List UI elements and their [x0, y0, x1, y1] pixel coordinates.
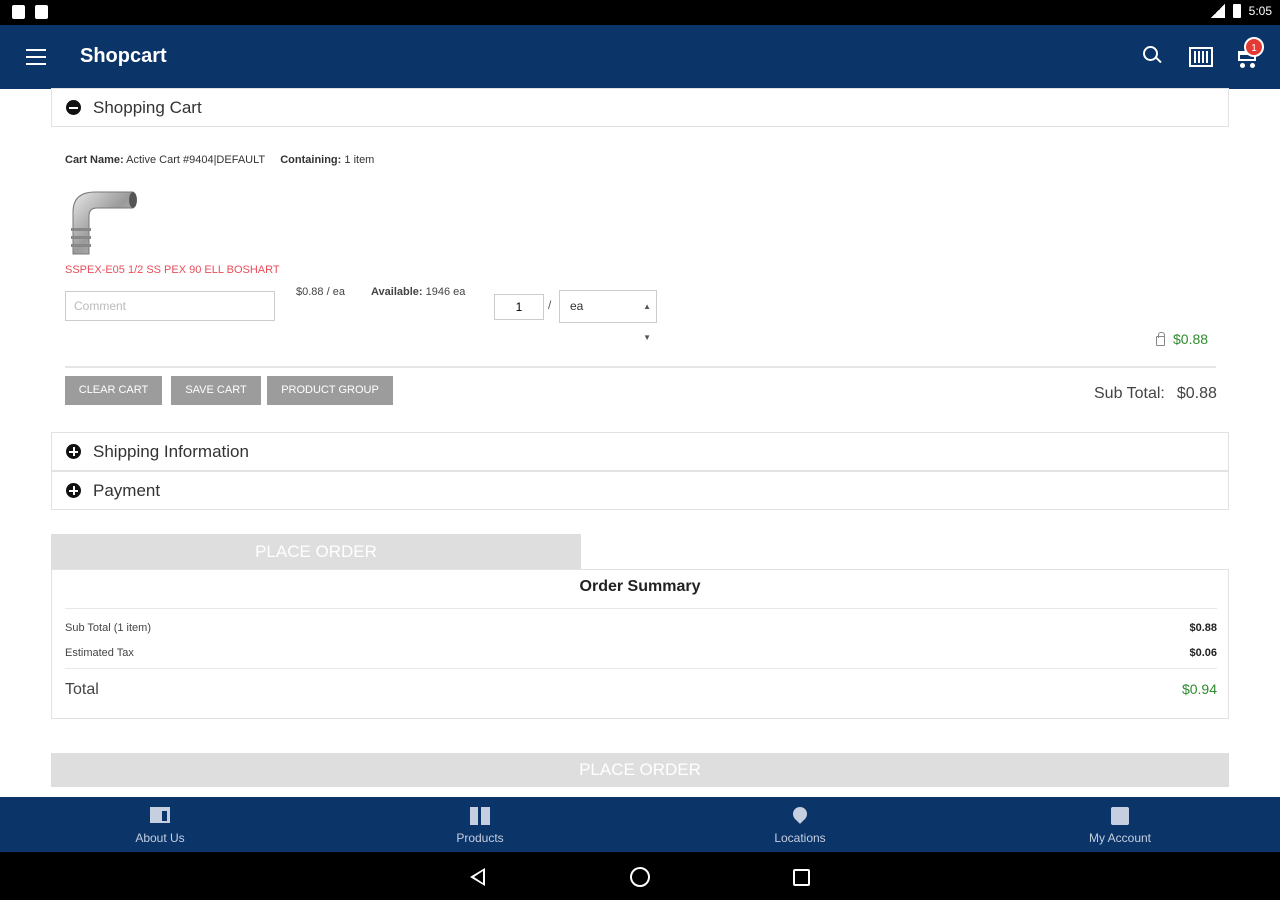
- divider: [65, 668, 1217, 669]
- business-icon: [150, 807, 170, 823]
- divider: [65, 366, 1216, 368]
- product-name-link[interactable]: SSPEX-E05 1/2 SS PEX 90 ELL BOSHART: [65, 264, 280, 276]
- account-box-icon: [1111, 807, 1129, 825]
- home-icon[interactable]: [630, 867, 650, 887]
- available-value: 1946 ea: [425, 286, 466, 298]
- product-image[interactable]: [65, 184, 140, 256]
- battery-icon: [1232, 4, 1241, 18]
- sub-total-value: $0.88: [1176, 385, 1217, 402]
- availability: Available: 1946 ea: [371, 286, 465, 298]
- cart-meta: Cart Name: Active Cart #9404|DEFAULT Con…: [65, 154, 374, 166]
- lock-icon: [1156, 332, 1165, 346]
- system-nav-bar: [0, 852, 1280, 900]
- uom-select[interactable]: ea ▲ ▼: [559, 290, 657, 342]
- shipping-heading: Shipping Information: [93, 441, 249, 461]
- hamburger-menu-icon[interactable]: [26, 49, 46, 65]
- cart-name-label: Cart Name:: [65, 154, 124, 166]
- product-group-button[interactable]: PRODUCT GROUP: [267, 376, 393, 405]
- payment-panel-header[interactable]: Payment: [51, 471, 1229, 510]
- clock: 5:05: [1248, 4, 1272, 18]
- search-icon[interactable]: [1140, 43, 1168, 71]
- back-icon[interactable]: [470, 868, 485, 886]
- order-summary-title: Order Summary: [579, 578, 701, 595]
- summary-row-label: Estimated Tax: [65, 647, 134, 659]
- nav-item-my-account[interactable]: My Account: [960, 797, 1280, 852]
- place-order-button-top[interactable]: PLACE ORDER: [51, 534, 581, 570]
- quantity-input[interactable]: [494, 294, 544, 320]
- summary-row: Estimated Tax $0.06: [65, 647, 1217, 659]
- barcode-scan-icon[interactable]: [1187, 43, 1215, 71]
- divider: [65, 608, 1217, 609]
- summary-total-row: Total $0.94: [65, 681, 1217, 699]
- shipping-information-panel-header[interactable]: Shipping Information: [51, 432, 1229, 471]
- total-value: $0.94: [1181, 681, 1217, 697]
- uom-value: ea: [570, 299, 584, 313]
- nav-item-locations[interactable]: Locations: [640, 797, 960, 852]
- expand-icon: [66, 483, 81, 498]
- comment-field[interactable]: [65, 291, 275, 321]
- android-icon: [35, 5, 48, 19]
- notification-icon: [12, 5, 25, 19]
- nav-label: Products: [456, 831, 504, 845]
- nav-item-about-us[interactable]: About Us: [0, 797, 320, 852]
- dashboard-icon: [470, 807, 490, 825]
- location-pin-icon: [790, 804, 810, 824]
- collapse-icon: [66, 100, 81, 115]
- shopping-cart-heading: Shopping Cart: [93, 97, 202, 117]
- qty-separator: /: [548, 298, 552, 312]
- line-total: $0.88: [1173, 331, 1209, 347]
- select-arrows-icon: ▲ ▼: [643, 302, 651, 342]
- cart-count-badge: 1: [1244, 37, 1264, 57]
- signal-icon: [1210, 4, 1225, 18]
- cart-name-value: Active Cart #9404|DEFAULT: [126, 154, 265, 166]
- status-bar: 5:05: [0, 0, 1280, 25]
- payment-heading: Payment: [93, 480, 161, 500]
- unit-price: $0.88 / ea: [296, 286, 345, 298]
- containing-label: Containing:: [280, 154, 342, 166]
- app-bar: Shopcart: [0, 25, 1280, 89]
- shopping-cart-panel-header[interactable]: Shopping Cart: [51, 88, 1229, 127]
- summary-row: Sub Total (1 item) $0.88: [65, 622, 1217, 634]
- total-label: Total: [65, 681, 99, 698]
- status-right: 5:05: [1210, 4, 1272, 18]
- place-order-button-bottom[interactable]: PLACE ORDER: [51, 753, 1229, 787]
- sub-total: Sub Total: $0.88: [1094, 385, 1217, 403]
- summary-row-value: $0.06: [1189, 647, 1217, 659]
- clear-cart-button[interactable]: CLEAR CART: [65, 376, 162, 405]
- summary-row-value: $0.88: [1189, 622, 1217, 634]
- nav-label: My Account: [1088, 831, 1152, 845]
- sub-total-label: Sub Total:: [1094, 385, 1165, 402]
- available-label: Available:: [371, 286, 423, 298]
- order-summary: Order Summary Sub Total (1 item) $0.88 E…: [51, 569, 1229, 719]
- nav-label: About Us: [135, 831, 185, 845]
- nav-label: Locations: [774, 831, 826, 845]
- bottom-nav: About Us Products Locations My Account: [0, 797, 1280, 852]
- summary-row-label: Sub Total (1 item): [65, 622, 152, 634]
- recent-apps-icon[interactable]: [793, 869, 810, 886]
- save-cart-button[interactable]: SAVE CART: [171, 376, 261, 405]
- expand-icon: [66, 444, 81, 459]
- nav-item-products[interactable]: Products: [320, 797, 640, 852]
- containing-value: 1 item: [344, 154, 375, 166]
- page-title: Shopcart: [80, 45, 167, 67]
- notification-icons: [12, 5, 48, 19]
